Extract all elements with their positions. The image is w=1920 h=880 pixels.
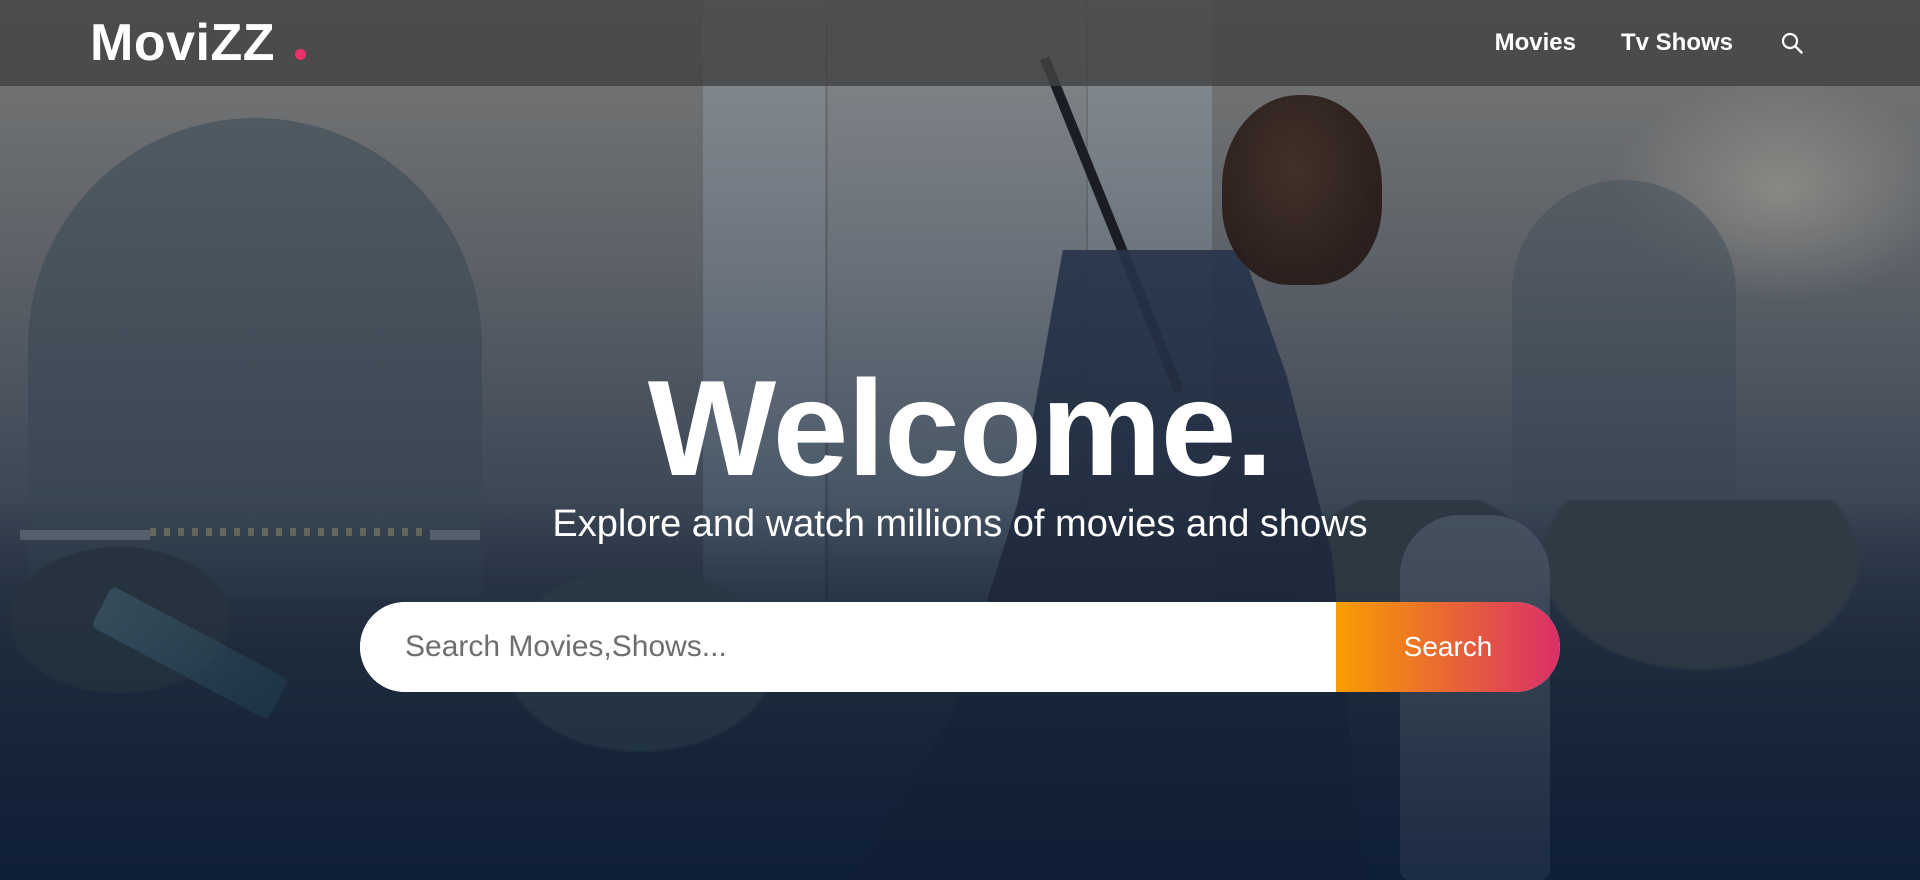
hero-section: Welcome. Explore and watch millions of m…	[0, 360, 1920, 692]
logo-dot	[294, 49, 306, 60]
search-bar: Search	[360, 601, 1560, 692]
search-button[interactable]: Search	[1336, 601, 1560, 692]
hero-subtitle: Explore and watch millions of movies and…	[552, 503, 1368, 545]
site-header: MoviZZ Movies Tv Shows	[0, 0, 1920, 86]
hero-title: Welcome.	[647, 352, 1273, 504]
main-nav: Movies Tv Shows	[1450, 29, 1806, 57]
search-icon[interactable]	[1778, 29, 1806, 57]
logo-text: MoviZZ	[90, 14, 275, 72]
page: MoviZZ Movies Tv Shows Welcome. Explore …	[0, 0, 1920, 880]
search-icon-graphic	[1781, 32, 1803, 54]
search-input[interactable]	[360, 601, 1336, 692]
nav-link-movies[interactable]: Movies	[1495, 29, 1576, 57]
nav-link-tv-shows[interactable]: Tv Shows	[1621, 29, 1733, 57]
logo[interactable]: MoviZZ	[90, 17, 306, 69]
